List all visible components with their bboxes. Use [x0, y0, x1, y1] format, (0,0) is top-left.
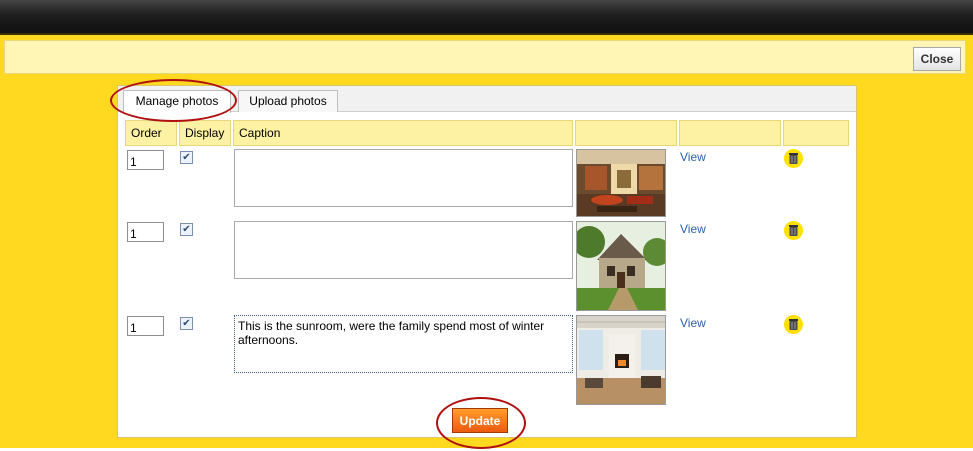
header-view [679, 120, 781, 146]
header-caption: Caption [233, 120, 573, 146]
trash-icon[interactable] [784, 221, 803, 240]
close-bar: Close [4, 40, 966, 74]
view-link[interactable]: View [680, 316, 706, 330]
header-delete [783, 120, 849, 146]
display-checkbox[interactable]: ✔ [180, 151, 193, 164]
house-exterior-photo [576, 221, 666, 311]
sunroom-photo [576, 315, 666, 405]
view-link[interactable]: View [680, 222, 706, 236]
caption-field[interactable]: This is the sunroom, were the family spe… [234, 315, 573, 373]
tab-manage-photos[interactable]: Manage photos [123, 90, 231, 113]
header-order: Order [125, 120, 177, 146]
update-button[interactable]: Update [452, 408, 508, 433]
caption-field[interactable] [234, 221, 573, 279]
tab-strip: Manage photos Upload photos [118, 86, 856, 113]
header-photo [575, 120, 677, 146]
tab-upload-photos[interactable]: Upload photos [238, 90, 338, 112]
photo-manager-frame: Close Manage photos Upload photos Order … [0, 35, 973, 448]
caption-field[interactable] [234, 149, 573, 207]
close-button[interactable]: Close [913, 47, 961, 71]
order-input[interactable] [127, 316, 164, 336]
display-checkbox[interactable]: ✔ [180, 317, 193, 330]
trash-icon[interactable] [784, 149, 803, 168]
photo-manager-panel: Manage photos Upload photos Order Displa… [117, 85, 857, 438]
top-bar [0, 0, 973, 35]
living-room-photo [576, 149, 666, 217]
order-input[interactable] [127, 150, 164, 170]
header-display: Display [179, 120, 231, 146]
view-link[interactable]: View [680, 150, 706, 164]
trash-icon[interactable] [784, 315, 803, 334]
order-input[interactable] [127, 222, 164, 242]
display-checkbox[interactable]: ✔ [180, 223, 193, 236]
